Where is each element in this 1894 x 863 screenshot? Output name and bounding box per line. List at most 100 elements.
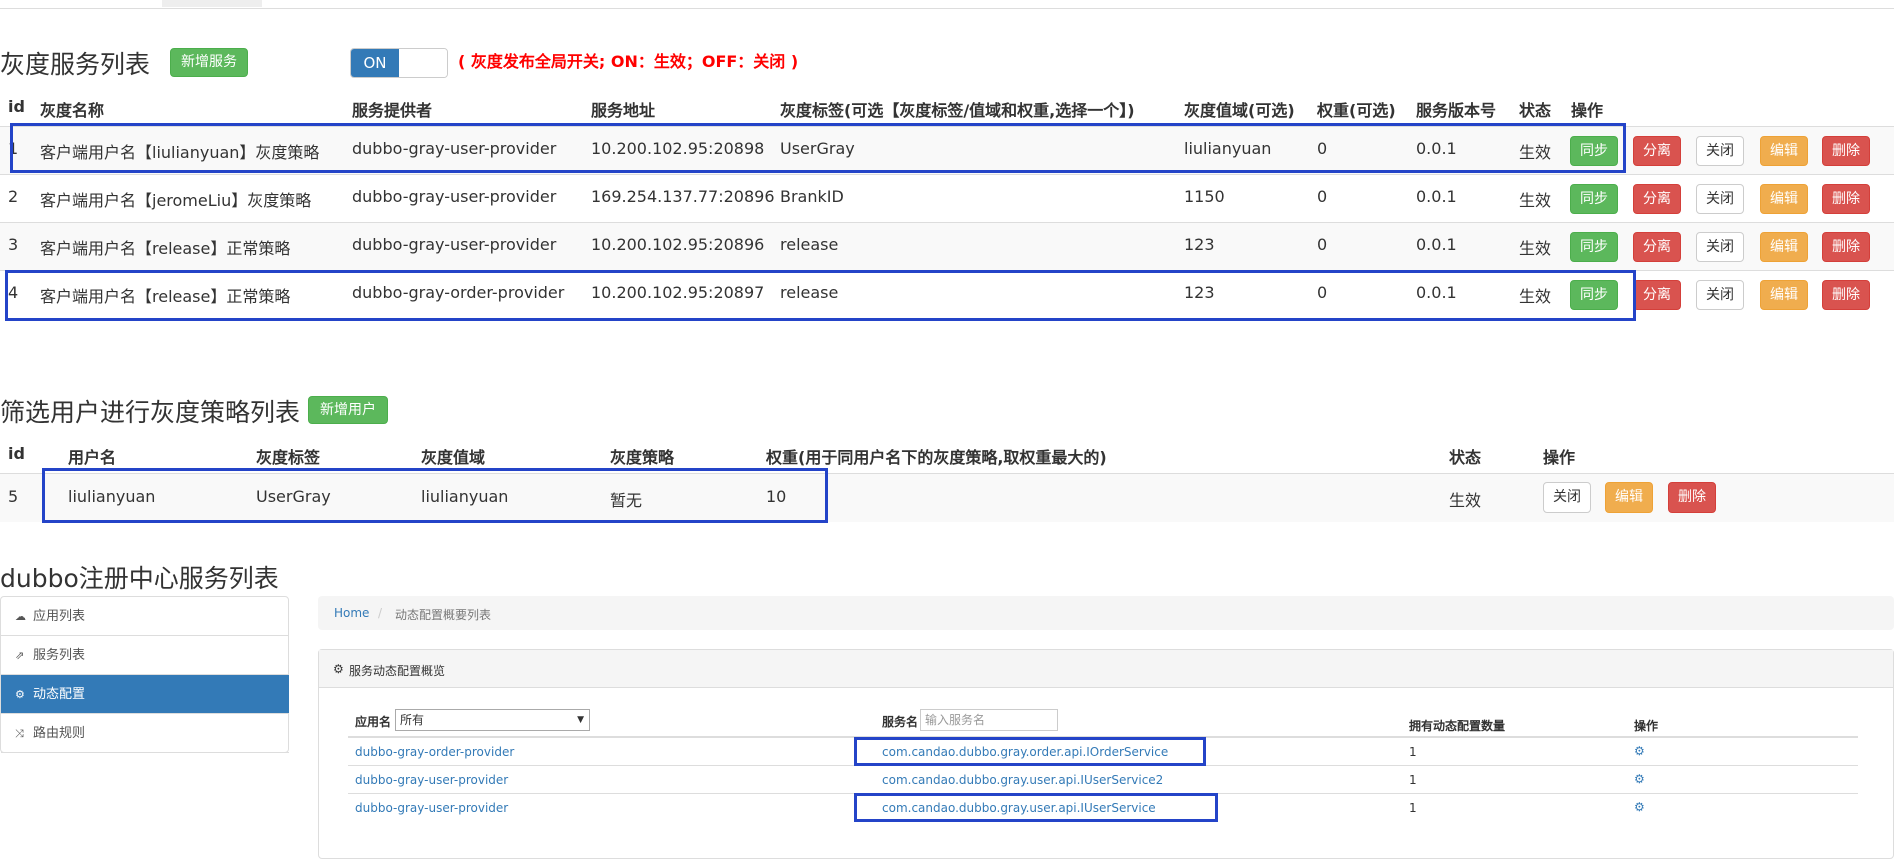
sidebar-item-label: 路由规则 [33,726,86,741]
panel-heading: ⚙ 服务动态配置概览 [319,650,1893,688]
service-search-input[interactable]: 输入服务名 [920,709,1058,731]
chevron-down-icon: ▼ [577,715,584,725]
service-link[interactable]: com.candao.dubbo.gray.user.api.IUserServ… [882,773,1163,787]
registry-title: dubbo注册中心服务列表 [0,564,279,593]
sidebar-item-label: 动态配置 [33,687,86,702]
header-weight: 权重(可选) [1317,101,1396,120]
service-filter-label: 服务名 [882,715,919,729]
sidebar-item-share[interactable]: ⇗ 服务列表 [1,636,289,675]
header-tag: 灰度标签 [256,448,321,467]
app-link[interactable]: dubbo-gray-user-provider [355,773,508,787]
delete-button[interactable]: 删除 [1822,136,1870,166]
cell-id: 2 [8,187,19,206]
config-count: 1 [1409,773,1417,787]
global-gray-toggle[interactable]: ON [350,48,448,78]
highlight-row-1 [10,123,1626,173]
sidebar-item-label: 应用列表 [33,609,86,624]
breadcrumb-current: 动态配置概要列表 [395,608,492,622]
header-name: 灰度名称 [40,101,105,120]
app-filter-label: 应用名 [355,715,392,729]
cell-name: 客户端用户名【jeromeLiu】灰度策略 [40,191,312,210]
header-domain: 灰度值域 [421,448,486,467]
cogs-icon: ⚙ [333,662,344,676]
share-icon: ⇗ [15,649,25,662]
detach-button[interactable]: 分离 [1633,136,1681,166]
highlight-service-3 [854,793,1218,822]
header-id: id [8,444,25,463]
registry-sidebar: ☁ 应用列表 ⇗ 服务列表 ⚙ 动态配置 ⤨ 路由规则 [0,596,289,753]
cell-tag: release [780,235,839,254]
header-actions: 操作 [1543,448,1576,467]
app-link[interactable]: dubbo-gray-order-provider [355,745,514,759]
edit-button[interactable]: 编辑 [1760,184,1808,214]
sync-button[interactable]: 同步 [1570,184,1618,214]
top-tab[interactable] [162,0,262,7]
cell-domain: 123 [1184,235,1215,254]
delete-button[interactable]: 删除 [1822,232,1870,262]
edit-button[interactable]: 编辑 [1605,482,1653,513]
header-domain: 灰度值域(可选) [1184,101,1295,120]
count-header: 拥有动态配置数量 [1409,719,1506,733]
breadcrumb: Home / 动态配置概要列表 [318,596,1894,630]
cell-version: 0.0.1 [1416,187,1457,206]
sidebar-item-label: 服务列表 [33,648,86,663]
header-weight: 权重(用于同用户名下的灰度策略,取权重最大的) [766,448,1107,467]
cogs-icon[interactable]: ⚙ [1634,744,1645,758]
delete-button[interactable]: 删除 [1822,280,1870,310]
close-button[interactable]: 关闭 [1696,280,1744,310]
delete-button[interactable]: 删除 [1668,482,1716,513]
app-select[interactable]: 所有 ▼ [395,709,590,731]
cell-id: 5 [8,487,19,506]
edit-button[interactable]: 编辑 [1760,232,1808,262]
cell-version: 0.0.1 [1416,235,1457,254]
gray-services-title: 灰度服务列表 [0,50,151,79]
breadcrumb-home[interactable]: Home [334,606,369,620]
cell-address: 169.254.137.77:20896 [591,187,775,206]
highlight-row-4 [5,270,1636,321]
sidebar-item-cloud[interactable]: ☁ 应用列表 [1,597,289,636]
highlight-service-1 [854,737,1206,766]
cell-status: 生效 [1519,239,1552,258]
detach-button[interactable]: 分离 [1633,232,1681,262]
app-link[interactable]: dubbo-gray-user-provider [355,801,508,815]
header-id: id [8,97,25,116]
detach-button[interactable]: 分离 [1633,184,1681,214]
breadcrumb-separator: / [378,606,383,620]
detach-button[interactable]: 分离 [1633,280,1681,310]
cell-weight: 0 [1317,235,1328,254]
close-button[interactable]: 关闭 [1696,184,1744,214]
header-username: 用户名 [68,448,117,467]
add-service-button[interactable]: 新增服务 [170,48,248,77]
close-button[interactable]: 关闭 [1696,232,1744,262]
cell-status: 生效 [1449,491,1482,510]
cell-domain: 1150 [1184,187,1225,206]
header-version: 服务版本号 [1416,101,1497,120]
sidebar-item-random[interactable]: ⤨ 路由规则 [1,714,289,753]
cell-provider: dubbo-gray-user-provider [352,187,557,206]
op-header: 操作 [1634,719,1659,733]
close-button[interactable]: 关闭 [1543,482,1591,513]
header-status: 状态 [1519,101,1552,120]
highlight-user-row [42,468,828,523]
toggle-handle[interactable] [399,49,447,77]
header-provider: 服务提供者 [352,101,433,120]
cell-tag: BrankID [780,187,844,206]
sync-button[interactable]: 同步 [1570,232,1618,262]
edit-button[interactable]: 编辑 [1760,136,1808,166]
delete-button[interactable]: 删除 [1822,184,1870,214]
config-count: 1 [1409,801,1417,815]
toggle-hint: ( 灰度发布全局开关; ON：生效；OFF：关闭 ) [458,52,799,71]
cogs-icon[interactable]: ⚙ [1634,772,1645,786]
cell-address: 10.200.102.95:20896 [591,235,765,254]
cell-weight: 0 [1317,187,1328,206]
cogs-icon[interactable]: ⚙ [1634,800,1645,814]
sidebar-item-cogs[interactable]: ⚙ 动态配置 [1,675,289,714]
config-count: 1 [1409,745,1417,759]
cogs-icon: ⚙ [15,688,25,701]
toggle-on-label: ON [351,49,399,77]
edit-button[interactable]: 编辑 [1760,280,1808,310]
header-strategy: 灰度策略 [610,448,675,467]
add-user-button[interactable]: 新增用户 [308,396,388,424]
close-button[interactable]: 关闭 [1696,136,1744,166]
app-select-value: 所有 [400,713,425,727]
